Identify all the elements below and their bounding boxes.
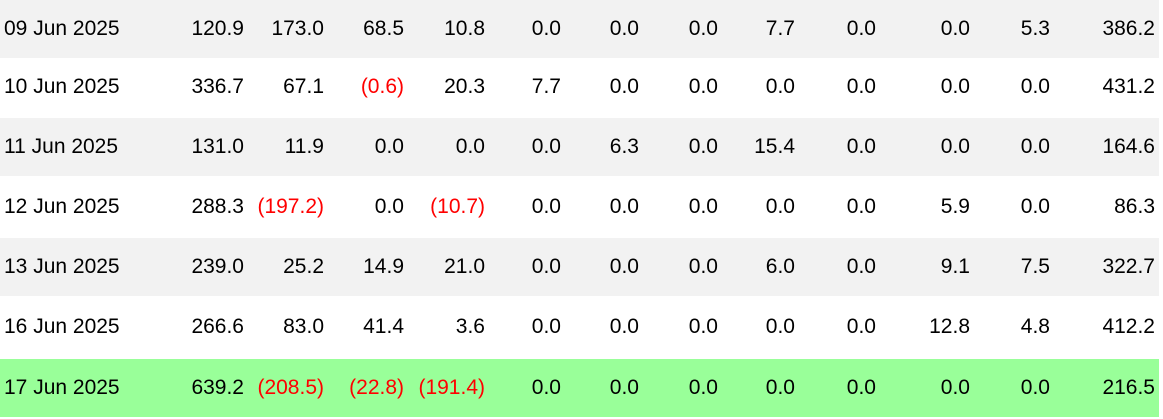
table-cell: (0.6) bbox=[360, 75, 404, 98]
row-date: 09 Jun 2025 bbox=[4, 17, 120, 40]
table-cell: 164.6 bbox=[1102, 135, 1155, 158]
table-cell: 0.0 bbox=[609, 315, 639, 338]
table-cell: (208.5) bbox=[257, 376, 324, 399]
table-cell: 0.0 bbox=[846, 315, 876, 338]
table-cell: 120.9 bbox=[191, 17, 244, 40]
table-cell: 0.0 bbox=[374, 195, 404, 218]
table-cell: 0.0 bbox=[374, 135, 404, 158]
table-cell: 131.0 bbox=[191, 135, 244, 158]
table-cell: (197.2) bbox=[257, 195, 324, 218]
table-row: 13 Jun 2025 239.0 25.2 14.9 21.0 0.0 0.0 0.0 6.0… bbox=[0, 238, 1163, 296]
table-cell: 0.0 bbox=[846, 135, 876, 158]
table-cell: 0.0 bbox=[609, 376, 639, 399]
table-cell: 0.0 bbox=[765, 195, 795, 218]
row-date: 11 Jun 2025 bbox=[4, 135, 119, 158]
table-cell: 15.4 bbox=[754, 135, 795, 158]
table-cell: 5.9 bbox=[940, 195, 970, 218]
table-cell: 12.8 bbox=[929, 315, 970, 338]
table-cell: 7.7 bbox=[765, 17, 795, 40]
table-row-highlighted: 17 Jun 2025 639.2 (208.5) (22.8) (191.4) 0.0 0… bbox=[0, 359, 1163, 417]
table-cell: 0.0 bbox=[1020, 376, 1050, 399]
table-cell: 0.0 bbox=[609, 17, 639, 40]
table-cell: 7.5 bbox=[1020, 255, 1050, 278]
row-date: 13 Jun 2025 bbox=[4, 255, 120, 278]
table-cell: 0.0 bbox=[531, 135, 561, 158]
table-cell: 336.7 bbox=[191, 75, 244, 98]
scroll-edge bbox=[1159, 0, 1163, 419]
table-cell: 0.0 bbox=[765, 315, 795, 338]
row-date: 17 Jun 2025 bbox=[4, 376, 120, 399]
table-cell: 41.4 bbox=[363, 315, 404, 338]
table-cell: 4.8 bbox=[1020, 315, 1050, 338]
table-cell: 0.0 bbox=[846, 75, 876, 98]
table-cell: 0.0 bbox=[609, 75, 639, 98]
row-date: 12 Jun 2025 bbox=[4, 195, 120, 218]
table-cell: 0.0 bbox=[609, 255, 639, 278]
table-row: 10 Jun 2025 336.7 67.1 (0.6) 20.3 7.7 0.0 0.0 0.… bbox=[0, 58, 1163, 116]
table-cell: 0.0 bbox=[609, 195, 639, 218]
table-cell: 0.0 bbox=[846, 255, 876, 278]
table-cell: 639.2 bbox=[191, 376, 244, 399]
table-cell: 0.0 bbox=[531, 255, 561, 278]
table-cell: 0.0 bbox=[1020, 75, 1050, 98]
table-cell: 431.2 bbox=[1102, 75, 1155, 98]
row-date: 16 Jun 2025 bbox=[4, 315, 120, 338]
table-cell: 216.5 bbox=[1102, 376, 1155, 399]
table-cell: 288.3 bbox=[191, 195, 244, 218]
table-cell: 173.0 bbox=[271, 17, 324, 40]
table-cell: 0.0 bbox=[531, 376, 561, 399]
table-cell: 14.9 bbox=[363, 255, 404, 278]
table-row: 11 Jun 2025 131.0 11.9 0.0 0.0 0.0 6.3 0.0 15.4 0… bbox=[0, 118, 1163, 176]
table-cell: 0.0 bbox=[531, 17, 561, 40]
table-cell: 5.3 bbox=[1020, 17, 1050, 40]
table-cell: 0.0 bbox=[765, 75, 795, 98]
table-cell: 0.0 bbox=[765, 376, 795, 399]
table-cell: 7.7 bbox=[531, 75, 561, 98]
table-cell: 0.0 bbox=[531, 315, 561, 338]
table-cell: 0.0 bbox=[846, 195, 876, 218]
row-date: 10 Jun 2025 bbox=[4, 75, 120, 98]
table-cell: 86.3 bbox=[1114, 195, 1155, 218]
table-cell: 83.0 bbox=[283, 315, 324, 338]
table-cell: 0.0 bbox=[940, 135, 970, 158]
table-cell: 266.6 bbox=[191, 315, 244, 338]
table-cell: 0.0 bbox=[940, 376, 970, 399]
table-row: 09 Jun 2025 120.9 173.0 68.5 10.8 0.0 0.0 0.0 7.… bbox=[0, 0, 1163, 58]
table-cell: 239.0 bbox=[191, 255, 244, 278]
table-row: 16 Jun 2025 266.6 83.0 41.4 3.6 0.0 0.0 0.0 0.0 0… bbox=[0, 298, 1163, 356]
table-cell: 11.9 bbox=[284, 135, 324, 158]
table-cell: 386.2 bbox=[1102, 17, 1155, 40]
table-cell: 25.2 bbox=[283, 255, 324, 278]
table-cell: 0.0 bbox=[940, 75, 970, 98]
table-cell: 0.0 bbox=[940, 17, 970, 40]
table-cell: 9.1 bbox=[940, 255, 970, 278]
table-cell: 0.0 bbox=[1020, 195, 1050, 218]
table-cell: 0.0 bbox=[1020, 135, 1050, 158]
table-cell: 67.1 bbox=[283, 75, 324, 98]
flow-table: 09 Jun 2025 120.9 173.0 68.5 10.8 0.0 0.0 0.0 7.… bbox=[0, 0, 1163, 419]
table-cell: 322.7 bbox=[1102, 255, 1155, 278]
table-row: 12 Jun 2025 288.3 (197.2) 0.0 (10.7) 0.0 0.0 0.… bbox=[0, 178, 1163, 236]
table-cell: 0.0 bbox=[531, 195, 561, 218]
table-cell: 68.5 bbox=[363, 17, 404, 40]
table-cell: 0.0 bbox=[846, 17, 876, 40]
table-cell: 0.0 bbox=[846, 376, 876, 399]
table-cell: 412.2 bbox=[1102, 315, 1155, 338]
table-cell: 6.0 bbox=[765, 255, 795, 278]
table-cell: (22.8) bbox=[349, 376, 404, 399]
table-cell: 6.3 bbox=[609, 135, 639, 158]
